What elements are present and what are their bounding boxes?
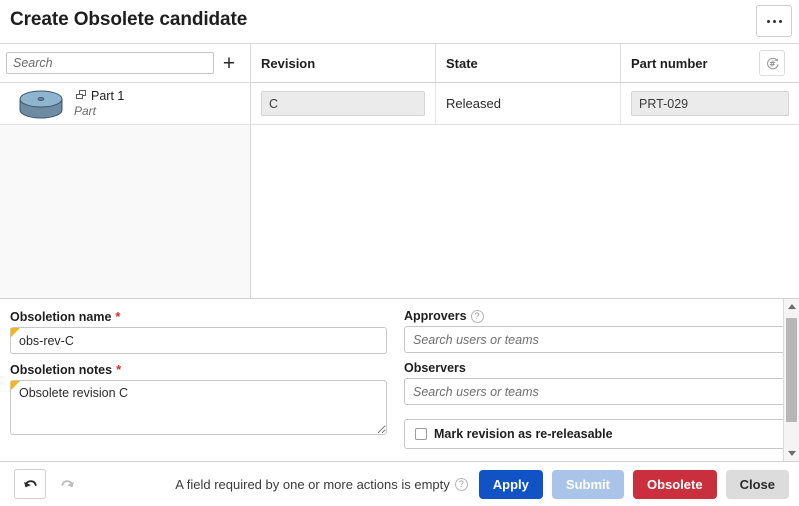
status-message: A field required by one or more actions …: [175, 477, 468, 492]
add-item-button[interactable]: +: [214, 49, 244, 77]
tree-body: Part 1 Part: [0, 83, 250, 298]
chevron-down-icon: [787, 451, 796, 456]
obsoletion-notes-label: Obsoletion notes *: [10, 362, 387, 377]
form-right-column: Approvers ? Observers Mark revision as r…: [399, 309, 799, 461]
table-header-row: Revision State Part number #: [251, 44, 799, 83]
tree-item-name: Part 1: [91, 88, 125, 103]
cell-state: Released: [436, 83, 621, 124]
obsoletion-name-label-text: Obsoletion name: [10, 309, 112, 324]
table-empty-body: [251, 125, 799, 298]
column-header-revision: Revision: [251, 44, 436, 82]
observers-input[interactable]: [404, 378, 793, 405]
svg-text:#: #: [769, 59, 775, 68]
scrollbar-track[interactable]: [784, 314, 799, 446]
cell-revision: [251, 83, 436, 124]
page-title: Create Obsolete candidate: [10, 9, 248, 30]
apply-button[interactable]: Apply: [478, 469, 543, 499]
obsoletion-name-wrap: [10, 327, 387, 354]
obsoletion-notes-label-text: Obsoletion notes: [10, 362, 113, 377]
status-help-icon[interactable]: ?: [454, 477, 468, 491]
re-releasable-row[interactable]: Mark revision as re-releasable: [404, 419, 793, 449]
create-obsolete-candidate-dialog: Create Obsolete candidate +: [0, 0, 799, 506]
obsolete-button[interactable]: Obsolete: [632, 469, 717, 499]
required-marker: *: [116, 362, 122, 377]
approvers-label-text: Approvers: [404, 309, 467, 323]
re-releasable-checkbox[interactable]: [415, 428, 427, 440]
undo-button[interactable]: [14, 469, 46, 499]
column-header-state: State: [436, 44, 621, 82]
redo-arrow-icon: [60, 479, 74, 487]
part-icon: [74, 88, 88, 104]
dialog-titlebar: Create Obsolete candidate: [0, 0, 799, 44]
observers-wrap: [404, 378, 793, 405]
item-tree-panel: +: [0, 44, 251, 298]
obsoletion-notes-textarea[interactable]: Obsolete revision C: [10, 380, 387, 435]
items-section: +: [0, 44, 799, 299]
part-number-input[interactable]: [631, 91, 789, 116]
cylinder-part-thumbnail: [14, 87, 68, 121]
kebab-dot-icon: [778, 19, 782, 23]
approvers-input[interactable]: [404, 326, 793, 353]
obsoletion-form: Obsoletion name * Obsoletion notes * Obs…: [0, 299, 799, 462]
chevron-up-icon: [787, 304, 796, 309]
tree-toolbar: +: [0, 44, 250, 83]
scroll-down-button[interactable]: [784, 446, 799, 461]
undo-arrow-icon: [23, 479, 37, 487]
tree-item-labels: Part 1 Part: [74, 88, 124, 119]
status-message-text: A field required by one or more actions …: [175, 476, 450, 492]
kebab-dot-icon: [772, 19, 776, 23]
tree-item-row[interactable]: Part 1 Part: [0, 83, 250, 125]
obsoletion-name-input[interactable]: [10, 327, 387, 354]
dialog-footer: A field required by one or more actions …: [0, 462, 799, 506]
more-options-button[interactable]: [756, 5, 792, 37]
cell-part-number: [621, 83, 799, 124]
revision-table: Revision State Part number # C Released …: [251, 44, 799, 298]
search-input[interactable]: [6, 52, 214, 74]
form-scrollbar[interactable]: [783, 299, 799, 461]
table-row: Released: [251, 83, 799, 125]
hash-refresh-icon[interactable]: #: [759, 50, 785, 76]
required-marker: *: [115, 309, 121, 324]
footer-actions: A field required by one or more actions …: [175, 469, 791, 499]
column-header-part-number: Part number #: [621, 44, 799, 82]
kebab-dot-icon: [766, 19, 770, 23]
approvers-wrap: [404, 326, 793, 353]
observers-label: Observers: [404, 361, 793, 375]
re-releasable-label: Mark revision as re-releasable: [434, 427, 613, 441]
tree-item-type: Part: [74, 104, 97, 119]
scrollbar-thumb[interactable]: [786, 318, 797, 422]
tree-item-name-row: Part 1: [74, 88, 124, 104]
help-icon[interactable]: ?: [470, 309, 484, 323]
obsoletion-name-label: Obsoletion name *: [10, 309, 387, 324]
redo-button: [52, 470, 82, 498]
approvers-label: Approvers ?: [404, 309, 793, 323]
form-left-column: Obsoletion name * Obsoletion notes * Obs…: [0, 309, 399, 461]
scroll-up-button[interactable]: [784, 299, 799, 314]
column-header-part-number-label: Part number: [631, 55, 708, 71]
submit-button[interactable]: Submit: [551, 469, 624, 499]
revision-input[interactable]: [261, 91, 425, 116]
obsoletion-notes-wrap: Obsolete revision C: [10, 380, 387, 435]
close-button[interactable]: Close: [725, 469, 789, 499]
observers-label-text: Observers: [404, 361, 466, 375]
